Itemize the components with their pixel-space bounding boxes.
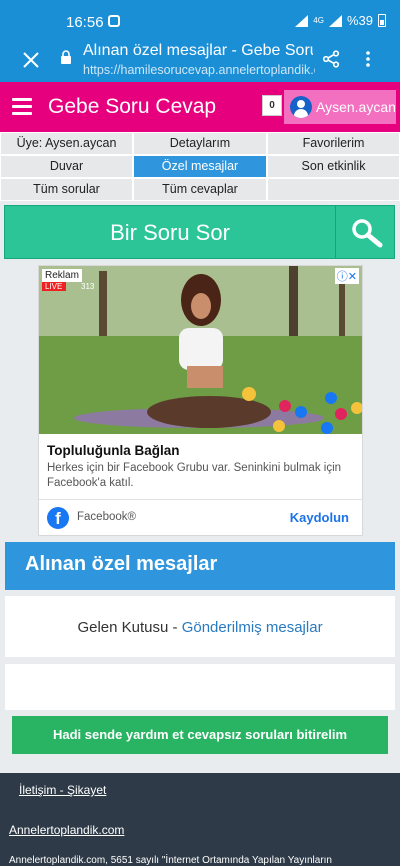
ad-label: Reklam bbox=[42, 269, 82, 282]
ad-brand: Facebook® bbox=[77, 511, 136, 523]
message-folders: Gelen Kutusu - Gönderilmiş mesajlar bbox=[5, 596, 395, 657]
section-title: Alınan özel mesajlar bbox=[25, 553, 218, 575]
nav-all-answers[interactable]: Tüm cevaplar bbox=[133, 178, 267, 201]
user-avatar-icon bbox=[290, 96, 312, 118]
nav-member[interactable]: Üye: Aysen.aycan bbox=[0, 132, 133, 155]
status-indicators: 4G %39 bbox=[295, 13, 386, 28]
ad-divider bbox=[39, 499, 362, 500]
user-name: Aysen.aycan bbox=[316, 99, 396, 115]
battery-icon bbox=[378, 14, 386, 27]
facebook-ad[interactable]: LIVE 313 Reklam ⓘ✕ Topluluğunla Bağlan H… bbox=[38, 265, 363, 536]
search-icon[interactable] bbox=[350, 218, 384, 248]
browser-toolbar: Alınan özel mesajlar - Gebe Soru Cevap h… bbox=[0, 40, 400, 82]
page-url[interactable]: https://hamilesorucevap.annelertoplandik… bbox=[83, 63, 315, 77]
folder-links: Gelen Kutusu - Gönderilmiş mesajlar bbox=[5, 619, 395, 636]
site-title[interactable]: Gebe Soru Cevap bbox=[48, 95, 216, 119]
ask-question-bar[interactable]: Bir Soru Sor bbox=[4, 205, 395, 259]
notification-count-badge[interactable]: 0 bbox=[262, 95, 282, 116]
status-time: 16:56 bbox=[66, 14, 104, 31]
network-type: 4G bbox=[313, 16, 324, 25]
ad-image[interactable]: LIVE 313 Reklam ⓘ✕ bbox=[39, 266, 362, 434]
message-list-empty bbox=[5, 664, 395, 710]
live-viewers: 313 bbox=[81, 282, 95, 291]
footer: İletişim - Şikayet Annelertoplandik.com … bbox=[0, 773, 400, 866]
live-label: LIVE bbox=[45, 282, 62, 291]
nav-all-questions[interactable]: Tüm sorular bbox=[0, 178, 133, 201]
status-bar: 16:56 4G %39 bbox=[0, 0, 400, 40]
site-home-link[interactable]: Annelertoplandik.com bbox=[9, 823, 124, 837]
site-header: Gebe Soru Cevap 0 Aysen.aycan bbox=[0, 82, 400, 132]
ad-heading[interactable]: Topluluğunla Bağlan bbox=[47, 443, 180, 458]
nav-favorites[interactable]: Favorilerim bbox=[267, 132, 400, 155]
page-title[interactable]: Alınan özel mesajlar - Gebe Soru Cevap bbox=[83, 42, 313, 60]
sent-messages-link[interactable]: Gönderilmiş mesajlar bbox=[182, 619, 323, 636]
nav-wall[interactable]: Duvar bbox=[0, 155, 133, 178]
close-icon[interactable] bbox=[22, 51, 40, 69]
ask-divider bbox=[335, 206, 336, 258]
ad-description[interactable]: Herkes için bir Facebook Grubu var. Seni… bbox=[47, 461, 355, 491]
profile-nav: Üye: Aysen.aycan Detaylarım Favorilerim … bbox=[0, 132, 400, 201]
nav-empty-cell bbox=[267, 178, 400, 201]
hamburger-menu-icon[interactable] bbox=[12, 98, 32, 116]
lock-icon bbox=[61, 50, 71, 64]
user-profile-button[interactable]: Aysen.aycan bbox=[284, 90, 396, 124]
inbox-label: Gelen Kutusu bbox=[77, 619, 169, 636]
wifi-icon bbox=[295, 14, 309, 27]
ad-signup-button[interactable]: Kaydolun bbox=[290, 510, 349, 525]
section-header: Alınan özel mesajlar bbox=[5, 542, 395, 590]
nav-recent-activity[interactable]: Son etkinlik bbox=[267, 155, 400, 178]
nav-private-messages[interactable]: Özel mesajlar bbox=[133, 155, 267, 178]
more-menu-icon[interactable] bbox=[364, 50, 372, 68]
battery-level: %39 bbox=[346, 13, 373, 28]
ad-info-icon[interactable]: ⓘ✕ bbox=[334, 268, 359, 284]
help-unanswered-button[interactable]: Hadi sende yardım et cevapsız soruları b… bbox=[12, 716, 388, 754]
folder-separator: - bbox=[172, 619, 178, 636]
ask-question-button[interactable]: Bir Soru Sor bbox=[5, 220, 335, 246]
contact-complaint-link[interactable]: İletişim - Şikayet bbox=[19, 783, 106, 797]
notification-icon bbox=[108, 15, 120, 27]
facebook-logo-icon: f bbox=[47, 507, 69, 529]
share-icon[interactable] bbox=[322, 50, 340, 68]
signal-icon bbox=[328, 14, 342, 27]
nav-details[interactable]: Detaylarım bbox=[133, 132, 267, 155]
footer-legal-note: Annelertoplandik.com, 5651 sayılı "İnter… bbox=[9, 855, 332, 866]
ad-yoga-photo: LIVE 313 bbox=[39, 266, 362, 434]
